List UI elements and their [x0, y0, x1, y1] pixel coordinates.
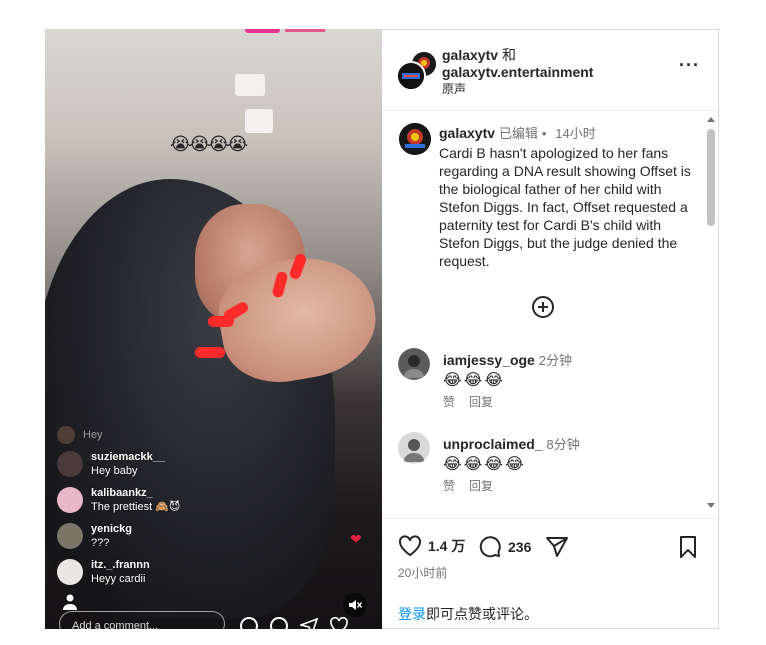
live-comment-text: Heyy cardii [91, 573, 146, 585]
post-footer: 1.4 万 236 20小时前 登录即可点赞或评论。 [382, 518, 718, 631]
scroll-up-arrow-icon[interactable] [707, 117, 715, 122]
video-progress-indicator [245, 29, 280, 33]
avatar [57, 426, 75, 444]
comment-bubble-icon[interactable] [478, 535, 502, 559]
comments-section[interactable]: galaxytv 已编辑 • 14小时 Cardi B hasn't apolo… [382, 111, 718, 518]
live-comment-user: suziemackk__ [91, 451, 165, 463]
comment-time: 8分钟 [546, 437, 580, 452]
post-header: galaxytv 和 galaxytv.entertainment 原声 ··· [382, 30, 718, 111]
ceiling-light [235, 74, 265, 96]
comment-username[interactable]: unproclaimed_ [443, 436, 543, 452]
like-comment-button[interactable]: 赞 [443, 479, 455, 493]
video-progress-indicator-secondary [285, 29, 325, 32]
share-icon[interactable] [298, 617, 319, 629]
author-joiner: 和 [501, 47, 516, 63]
post-panel: galaxytv 和 galaxytv.entertainment 原声 ···… [382, 29, 719, 629]
live-comment-user: yenickg [91, 523, 132, 535]
separator-dot: • [541, 126, 547, 141]
login-link[interactable]: 登录 [398, 606, 426, 622]
avatar[interactable] [396, 61, 426, 91]
video-player[interactable]: 😭😭😭😭 Hey suziemackk__ Hey baby kalibaankz… [45, 29, 382, 629]
share-icon[interactable] [545, 535, 569, 559]
reply-button[interactable]: 回复 [469, 395, 493, 409]
like-comment-button[interactable]: 赞 [443, 395, 455, 409]
avatar[interactable] [399, 123, 431, 155]
post-caption: galaxytv 已编辑 • 14小时 Cardi B hasn't apolo… [439, 124, 699, 270]
avatar[interactable] [398, 348, 430, 380]
more-options-button[interactable]: ··· [679, 56, 700, 74]
avatar [57, 559, 83, 585]
edited-label: 已编辑 [498, 126, 538, 141]
audio-label[interactable]: 原声 [442, 81, 593, 98]
live-comment: suziemackk__ Hey baby [57, 446, 257, 482]
live-comment-text: ??? [91, 537, 110, 549]
live-comment-user: kalibaankz_ [91, 487, 153, 499]
author-name-2[interactable]: galaxytv.entertainment [442, 64, 593, 81]
live-comment-text: Hey baby [91, 465, 138, 477]
live-actions [240, 616, 348, 629]
avatar [57, 487, 83, 513]
bookmark-icon[interactable] [678, 535, 698, 559]
login-prompt: 登录即可点赞或评论。 [398, 604, 538, 624]
comment-action[interactable]: 236 [478, 535, 531, 559]
heart-icon[interactable] [398, 535, 422, 557]
avatar [57, 451, 83, 477]
scroll-down-arrow-icon[interactable] [707, 503, 715, 508]
comment-text: 😂😂😂😂 [443, 456, 526, 473]
live-comment: yenickg??? [57, 518, 257, 554]
speaker-muted-icon [349, 600, 362, 610]
live-comment-input[interactable]: Add a comment... [59, 611, 225, 629]
scrollbar-thumb[interactable] [707, 129, 715, 226]
person-icon[interactable] [62, 593, 78, 611]
floating-heart-icon: ❤ [350, 531, 362, 547]
live-comment-user: itz._.frannn [91, 559, 150, 571]
reply-button[interactable]: 回复 [469, 479, 493, 493]
live-comment: itz._.frannn Heyy cardii [57, 554, 257, 590]
nail [195, 347, 225, 358]
live-comment-text: The prettiest 🙈😈 [91, 501, 181, 513]
heart-icon[interactable] [330, 616, 348, 629]
scrollbar[interactable] [704, 115, 715, 513]
post-authors: galaxytv 和 galaxytv.entertainment 原声 [442, 47, 593, 98]
post-time: 20小时前 [398, 566, 448, 580]
comment-time: 2分钟 [538, 353, 572, 368]
like-count[interactable]: 1.4 万 [428, 536, 465, 556]
ceiling-light [245, 109, 273, 133]
nail [208, 316, 234, 327]
load-more-comments-button[interactable] [532, 296, 554, 318]
live-comment-feed: Hey suziemackk__ Hey baby kalibaankz_ The … [57, 424, 257, 590]
caption-time: 14小时 [555, 126, 596, 141]
login-prompt-text: 即可点赞或评论。 [426, 606, 538, 622]
comment-username[interactable]: iamjessy_oge [443, 352, 535, 368]
author-name-1[interactable]: galaxytv [442, 47, 498, 63]
caption-username[interactable]: galaxytv [439, 125, 495, 141]
live-comment-text: Hey [83, 429, 103, 441]
add-icon[interactable] [240, 617, 258, 629]
avatar[interactable] [398, 432, 430, 464]
share-action[interactable] [545, 535, 569, 559]
like-action[interactable]: 1.4 万 [398, 535, 465, 557]
live-comment: Hey [57, 424, 257, 446]
question-icon[interactable] [270, 617, 288, 629]
save-action[interactable] [678, 535, 698, 559]
mute-toggle-button[interactable] [343, 593, 367, 617]
comment-text: 😂😂😂 [443, 372, 506, 389]
emoji-overlay: 😭😭😭😭 [170, 134, 248, 154]
live-comment: kalibaankz_ The prettiest 🙈😈 [57, 482, 257, 518]
avatar [57, 523, 83, 549]
comment-count: 236 [508, 539, 532, 555]
caption-text: Cardi B hasn't apologized to her fans re… [439, 145, 691, 269]
